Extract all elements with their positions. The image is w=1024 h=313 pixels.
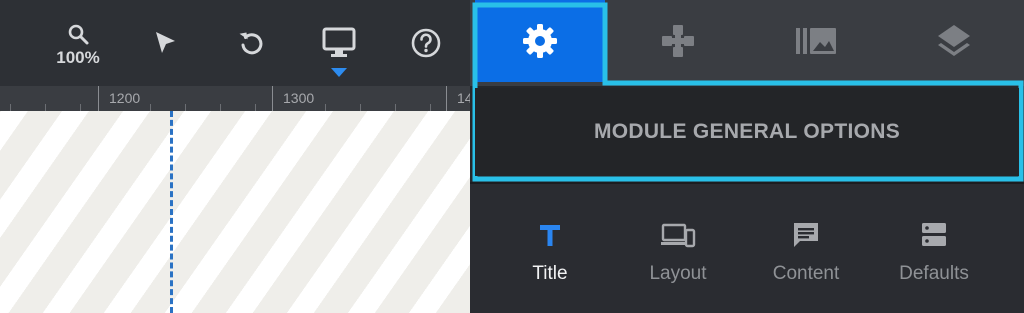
ruler-label: 1200 bbox=[109, 90, 141, 106]
options-panel: MODULE GENERAL OPTIONS Title Layout Cont… bbox=[470, 0, 1024, 313]
subtab-title[interactable]: Title bbox=[485, 184, 615, 313]
ruler-major-tick bbox=[272, 86, 273, 111]
horizontal-ruler[interactable]: 1200 1300 14 bbox=[0, 86, 470, 111]
ruler-label: 1300 bbox=[283, 90, 315, 106]
help-button[interactable] bbox=[405, 0, 447, 86]
subtab-layout[interactable]: Layout bbox=[613, 184, 743, 313]
ruler-minor-tick bbox=[395, 104, 396, 111]
vertical-guide-line[interactable] bbox=[170, 111, 173, 313]
subtab-label: Layout bbox=[649, 263, 707, 284]
ruler-minor-tick bbox=[150, 104, 151, 111]
ruler-major-tick bbox=[446, 86, 447, 111]
cursor-arrow-icon bbox=[156, 32, 175, 53]
ruler-minor-tick bbox=[360, 104, 361, 111]
ruler-minor-tick bbox=[80, 104, 81, 111]
ruler-minor-tick bbox=[220, 104, 221, 111]
zoom-button[interactable]: 100% bbox=[48, 0, 108, 86]
comment-icon bbox=[794, 223, 818, 247]
undo-button[interactable] bbox=[230, 0, 272, 86]
gear-icon bbox=[523, 24, 557, 58]
text-t-icon bbox=[540, 225, 560, 246]
subtab-label: Defaults bbox=[899, 263, 969, 284]
tab-layers[interactable] bbox=[886, 0, 1021, 82]
ruler-minor-tick bbox=[255, 104, 256, 111]
gamepad-icon bbox=[661, 25, 694, 57]
ruler-major-tick bbox=[98, 86, 99, 111]
desktop-monitor-icon bbox=[322, 27, 356, 57]
search-icon bbox=[68, 24, 89, 45]
devices-icon bbox=[661, 223, 696, 248]
ruler-minor-tick bbox=[430, 104, 431, 111]
select-tool-button[interactable] bbox=[145, 0, 185, 86]
zoom-level-label: 100% bbox=[56, 48, 100, 67]
subtab-label: Title bbox=[532, 263, 568, 284]
help-circle-icon bbox=[411, 28, 441, 58]
ruler-minor-tick bbox=[45, 104, 46, 111]
device-dropdown-caret-icon[interactable] bbox=[331, 68, 347, 77]
subtab-label: Content bbox=[772, 263, 840, 284]
subtab-defaults[interactable]: Defaults bbox=[869, 184, 999, 313]
undo-icon bbox=[239, 32, 263, 55]
canvas-toolbar: 100% bbox=[0, 0, 470, 86]
editor-canvas[interactable] bbox=[0, 111, 470, 313]
ruler-minor-tick bbox=[185, 104, 186, 111]
section-title: MODULE GENERAL OPTIONS bbox=[475, 88, 1019, 176]
subtab-bar: Title Layout Content Defaults bbox=[470, 184, 1024, 313]
layers-icon bbox=[937, 25, 970, 56]
tab-general-options[interactable] bbox=[475, 0, 605, 82]
ruler-minor-tick bbox=[325, 104, 326, 111]
image-library-icon bbox=[795, 28, 836, 54]
server-icon bbox=[922, 223, 946, 246]
ruler-label: 14 bbox=[457, 90, 470, 106]
subtab-content[interactable]: Content bbox=[741, 184, 871, 313]
ruler-minor-tick bbox=[10, 104, 11, 111]
panel-tab-bar bbox=[470, 0, 1024, 86]
tab-media[interactable] bbox=[748, 0, 883, 82]
tab-game[interactable] bbox=[610, 0, 745, 82]
